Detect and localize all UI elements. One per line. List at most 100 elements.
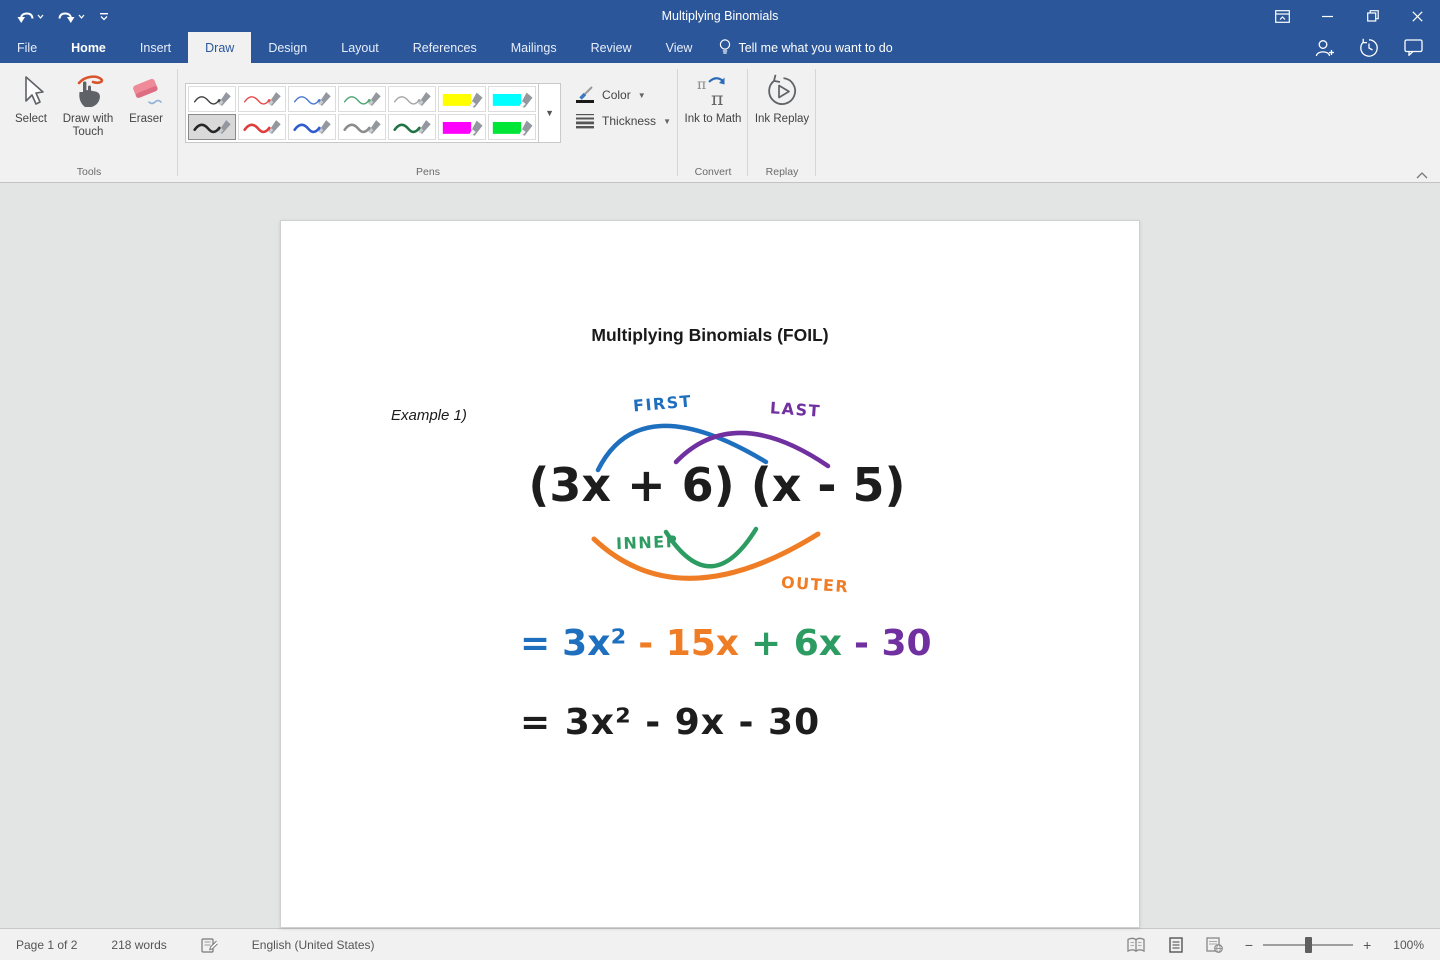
customize-toolbar-icon: [99, 12, 109, 21]
status-bar: Page 1 of 2 218 words English (United St…: [0, 928, 1440, 960]
page-indicator[interactable]: Page 1 of 2: [16, 938, 77, 952]
pens-gallery-frame: ▼: [185, 83, 561, 143]
proofing-book-icon: [201, 937, 218, 953]
proofing-status-button[interactable]: [201, 937, 218, 953]
web-layout-button[interactable]: [1206, 937, 1223, 953]
eraser-icon: [129, 75, 163, 107]
document-page: Multiplying Binomials (FOIL) Example 1) …: [280, 220, 1140, 928]
pen-swatch[interactable]: [288, 114, 336, 140]
read-mode-icon: [1126, 937, 1146, 953]
pen-swatch[interactable]: [238, 114, 286, 140]
read-mode-button[interactable]: [1126, 937, 1146, 953]
pen-swatch[interactable]: [288, 86, 336, 112]
replay-group-label: Replay: [748, 166, 816, 178]
tab-mailings[interactable]: Mailings: [494, 32, 574, 63]
tab-view[interactable]: View: [649, 32, 710, 63]
undo-icon: [17, 9, 34, 24]
word-count[interactable]: 218 words: [111, 938, 166, 952]
pens-gallery-more-button[interactable]: ▼: [538, 84, 560, 142]
zoom-control: − +: [1245, 937, 1371, 953]
zoom-in-button[interactable]: +: [1363, 937, 1371, 953]
document-area[interactable]: Multiplying Binomials (FOIL) Example 1) …: [0, 183, 1440, 928]
zoom-out-button[interactable]: −: [1245, 937, 1253, 953]
highlighter-swatch[interactable]: [488, 86, 536, 112]
pen-swatch[interactable]: [388, 86, 436, 112]
tools-group-label: Tools: [0, 166, 178, 178]
inner-label: INNER: [616, 532, 680, 553]
web-layout-icon: [1206, 937, 1223, 953]
quick-access-toolbar: [0, 6, 114, 27]
language-indicator[interactable]: English (United States): [252, 938, 375, 952]
pen-thickness-button[interactable]: Thickness ▼: [575, 113, 671, 129]
collapse-ribbon-button[interactable]: [1416, 172, 1428, 179]
activity-history-button[interactable]: [1356, 35, 1382, 61]
last-label: LAST: [769, 398, 821, 421]
draw-with-touch-button[interactable]: Draw with Touch: [57, 70, 119, 139]
ribbon-draw: Select Draw with Touch: [0, 63, 1440, 183]
restore-button[interactable]: [1350, 0, 1395, 32]
thickness-lines-icon: [575, 113, 595, 129]
thickness-label: Thickness: [602, 114, 656, 128]
highlighter-swatch[interactable]: [438, 114, 486, 140]
highlighter-swatch[interactable]: [488, 114, 536, 140]
draw-with-touch-hand-icon: [71, 74, 105, 108]
tab-review[interactable]: Review: [574, 32, 649, 63]
pens-gallery: [186, 84, 538, 142]
undo-button[interactable]: [12, 6, 49, 27]
tab-draw[interactable]: Draw: [188, 32, 251, 63]
pens-gallery-row: [188, 114, 536, 140]
equals-sign: =: [520, 623, 550, 664]
zoom-level[interactable]: 100%: [1393, 938, 1424, 952]
title-bar: Multiplying Binomials: [0, 0, 1440, 32]
binomial-expression: (3x + 6) (x - 5): [498, 458, 936, 512]
ribbon-group-replay: Ink Replay Replay: [748, 63, 816, 182]
ribbon-group-pens: ▼ Color ▼: [178, 63, 678, 182]
minimize-button[interactable]: [1305, 0, 1350, 32]
pen-color-button[interactable]: Color ▼: [575, 86, 671, 104]
tab-references[interactable]: References: [396, 32, 494, 63]
term-last: - 30: [854, 623, 932, 664]
lightbulb-icon: [719, 39, 731, 56]
eraser-button[interactable]: Eraser: [121, 70, 171, 139]
pens-gallery-row: [188, 86, 536, 112]
pen-swatch[interactable]: [388, 114, 436, 140]
chevron-down-icon: ▼: [663, 117, 671, 126]
close-button[interactable]: [1395, 0, 1440, 32]
ribbon-display-options-button[interactable]: [1260, 0, 1305, 32]
zoom-slider[interactable]: [1263, 944, 1353, 946]
svg-text:π: π: [711, 88, 724, 108]
tell-me-box[interactable]: Tell me what you want to do: [709, 32, 902, 63]
ink-to-math-button[interactable]: π π Ink to Math: [684, 70, 742, 126]
comments-button[interactable]: [1400, 35, 1426, 61]
pen-swatch[interactable]: [188, 86, 236, 112]
print-layout-button[interactable]: [1168, 937, 1184, 953]
share-contact-button[interactable]: [1312, 35, 1338, 61]
tab-home[interactable]: Home: [54, 32, 123, 63]
highlighter-swatch[interactable]: [438, 86, 486, 112]
pen-swatch[interactable]: [338, 114, 386, 140]
ribbon-group-tools: Select Draw with Touch: [0, 63, 178, 182]
ink-replay-button[interactable]: Ink Replay: [753, 70, 811, 126]
select-tool-button[interactable]: Select: [7, 70, 55, 139]
svg-text:π: π: [697, 77, 706, 93]
redo-button[interactable]: [53, 6, 90, 27]
chevron-down-icon: [37, 14, 44, 19]
tab-design[interactable]: Design: [251, 32, 324, 63]
pen-swatch[interactable]: [338, 86, 386, 112]
term-outer: - 15x: [638, 623, 739, 664]
pen-swatch[interactable]: [188, 114, 236, 140]
foil-ink-figure[interactable]: FIRST LAST INNER OUTER (3x + 6) (x - 5) …: [498, 386, 936, 759]
tabrow-right-icons: [1312, 32, 1440, 63]
chevron-up-icon: [1416, 172, 1428, 179]
customize-quick-access-button[interactable]: [94, 9, 114, 24]
tab-file[interactable]: File: [0, 32, 54, 63]
group-divider: [815, 69, 816, 176]
color-brush-icon: [575, 86, 595, 104]
tab-layout[interactable]: Layout: [324, 32, 396, 63]
minimize-icon: [1322, 11, 1333, 22]
ribbon-tab-row: File Home Insert Draw Design Layout Refe…: [0, 32, 1440, 63]
ink-replay-icon: [765, 74, 799, 108]
tab-insert[interactable]: Insert: [123, 32, 188, 63]
zoom-slider-handle[interactable]: [1305, 937, 1312, 953]
pen-swatch[interactable]: [238, 86, 286, 112]
